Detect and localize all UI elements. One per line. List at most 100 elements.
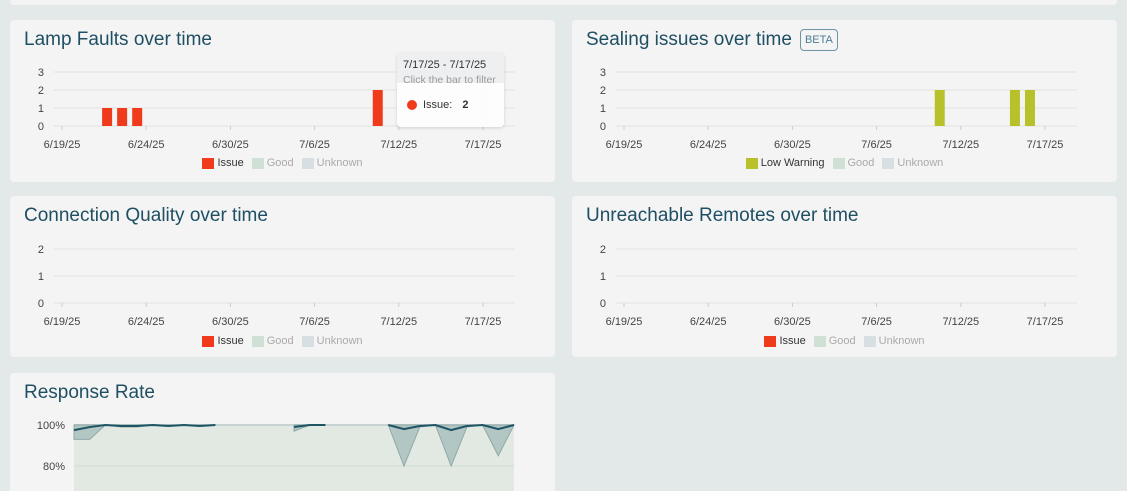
legend-swatch — [764, 335, 777, 347]
legend-item-unknown[interactable]: Unknown — [863, 335, 925, 347]
y-tick-label: 2 — [38, 244, 44, 256]
y-tick-label: 0 — [600, 298, 606, 310]
legend: Issue Good Unknown — [10, 335, 555, 347]
unreachable-remotes-chart[interactable]: 0 1 2 6/19/25 6/24/25 6/30/25 7/6/25 7/12/25 7/1… — [572, 196, 1117, 357]
x-tick-label: 6/24/25 — [128, 139, 165, 151]
legend-label: Good — [266, 157, 294, 169]
x-tick-label: 7/17/25 — [465, 316, 502, 328]
x-tick-label: 7/6/25 — [299, 139, 330, 151]
legend-item-issue[interactable]: Issue — [202, 157, 244, 169]
legend-label: Issue — [217, 157, 244, 169]
bar[interactable] — [132, 108, 143, 126]
x-tick-label: 7/12/25 — [942, 316, 979, 328]
x-tick-label: 6/24/25 — [690, 316, 727, 328]
legend-swatch — [202, 335, 215, 347]
legend-item-good[interactable]: Good — [813, 335, 856, 347]
y-tick-label: 2 — [600, 85, 606, 97]
legend-swatch — [251, 157, 264, 169]
legend-label: Unknown — [897, 157, 944, 169]
y-tick-label: 100% — [37, 420, 65, 432]
legend-swatch — [301, 157, 314, 169]
sealing-issues-card: Sealing issues over time BETA 0 1 2 3 6/19/25… — [572, 20, 1117, 182]
x-tick-label: 6/24/25 — [690, 139, 727, 151]
legend-label: Issue — [217, 335, 244, 347]
bar[interactable] — [102, 108, 113, 126]
legend-swatch — [301, 335, 314, 347]
bar[interactable] — [372, 90, 383, 126]
legend-swatch — [832, 157, 845, 169]
x-tick-label: 7/12/25 — [380, 139, 417, 151]
top-card — [10, 0, 1117, 5]
legend-label: Good — [847, 157, 875, 169]
response-rate-chart[interactable]: 100% 80% — [10, 373, 555, 491]
y-tick-label: 0 — [38, 121, 44, 133]
legend-item-low-warning[interactable]: Low Warning — [745, 157, 825, 169]
chart-tooltip: 7/17/25 - 7/17/25 Click the bar to filte… — [397, 53, 504, 127]
legend-item-issue[interactable]: Issue — [764, 335, 806, 347]
x-tick-label: 6/30/25 — [774, 139, 811, 151]
y-tick-label: 0 — [38, 298, 44, 310]
tooltip-value: 2 — [462, 99, 469, 111]
legend-item-unknown[interactable]: Unknown — [301, 157, 363, 169]
x-tick-label: 6/30/25 — [774, 316, 811, 328]
legend-item-good[interactable]: Good — [832, 157, 875, 169]
legend-swatch — [882, 157, 895, 169]
tooltip-hint: Click the bar to filter — [403, 74, 496, 86]
legend-item-unknown[interactable]: Unknown — [301, 335, 363, 347]
x-tick-label: 7/17/25 — [1027, 316, 1064, 328]
y-tick-label: 1 — [38, 271, 44, 283]
y-tick-label: 2 — [38, 85, 44, 97]
unreachable-remotes-card: Unreachable Remotes over time 0 1 2 6/19/25… — [572, 196, 1117, 357]
legend: Issue Good Unknown — [10, 157, 555, 169]
x-tick-label: 6/19/25 — [606, 316, 643, 328]
bar[interactable] — [1009, 90, 1020, 126]
legend-swatch — [745, 157, 758, 169]
x-tick-label: 7/6/25 — [861, 139, 892, 151]
legend-label: Unknown — [316, 335, 363, 347]
bar[interactable] — [1024, 90, 1035, 126]
legend: Low Warning Good Unknown — [572, 157, 1117, 169]
y-tick-label: 1 — [38, 103, 44, 115]
y-tick-label: 2 — [600, 244, 606, 256]
issue-dot-icon — [407, 100, 417, 110]
legend-item-unknown[interactable]: Unknown — [882, 157, 943, 169]
response-rate-card: Response Rate 100% 80% — [10, 373, 555, 491]
legend-swatch — [863, 335, 876, 347]
legend-item-issue[interactable]: Issue — [202, 335, 244, 347]
x-tick-label: 6/19/25 — [44, 316, 81, 328]
y-tick-label: 0 — [600, 121, 606, 133]
tooltip-date-range: 7/17/25 - 7/17/25 — [403, 59, 487, 71]
y-tick-label: 80% — [43, 461, 65, 473]
connection-quality-card: Connection Quality over time 0 1 2 6/19/25 6… — [10, 196, 555, 357]
y-tick-label: 3 — [38, 67, 44, 79]
legend-swatch — [202, 157, 215, 169]
tooltip-series: Issue: — [423, 99, 453, 111]
x-tick-label: 7/17/25 — [1027, 139, 1064, 151]
y-tick-label: 3 — [600, 67, 606, 79]
x-tick-label: 6/30/25 — [212, 139, 249, 151]
x-tick-label: 7/17/25 — [465, 139, 502, 151]
legend-swatch — [813, 335, 826, 347]
y-tick-label: 1 — [600, 271, 606, 283]
y-tick-label: 1 — [600, 103, 606, 115]
x-tick-label: 6/19/25 — [44, 139, 81, 151]
x-tick-label: 6/19/25 — [606, 139, 643, 151]
legend-label: Good — [266, 335, 294, 347]
x-tick-label: 6/30/25 — [212, 316, 249, 328]
x-tick-label: 7/6/25 — [299, 316, 330, 328]
bar[interactable] — [934, 90, 945, 126]
legend-item-good[interactable]: Good — [251, 157, 294, 169]
x-tick-label: 7/12/25 — [380, 316, 417, 328]
x-tick-label: 7/12/25 — [942, 139, 979, 151]
legend-label: Unknown — [316, 157, 363, 169]
legend-label: Good — [828, 335, 856, 347]
bar[interactable] — [117, 108, 128, 126]
lamp-faults-card: Lamp Faults over time 0 1 2 3 6/19/25 6/24/25… — [10, 20, 555, 182]
x-tick-label: 7/6/25 — [861, 316, 892, 328]
legend-label: Unknown — [878, 335, 925, 347]
legend-swatch — [251, 335, 264, 347]
connection-quality-chart[interactable]: 0 1 2 6/19/25 6/24/25 6/30/25 7/6/25 7/12/25 7/1… — [10, 196, 555, 357]
legend: Issue Good Unknown — [572, 335, 1117, 347]
legend-item-good[interactable]: Good — [251, 335, 294, 347]
legend-label: Issue — [779, 335, 806, 347]
